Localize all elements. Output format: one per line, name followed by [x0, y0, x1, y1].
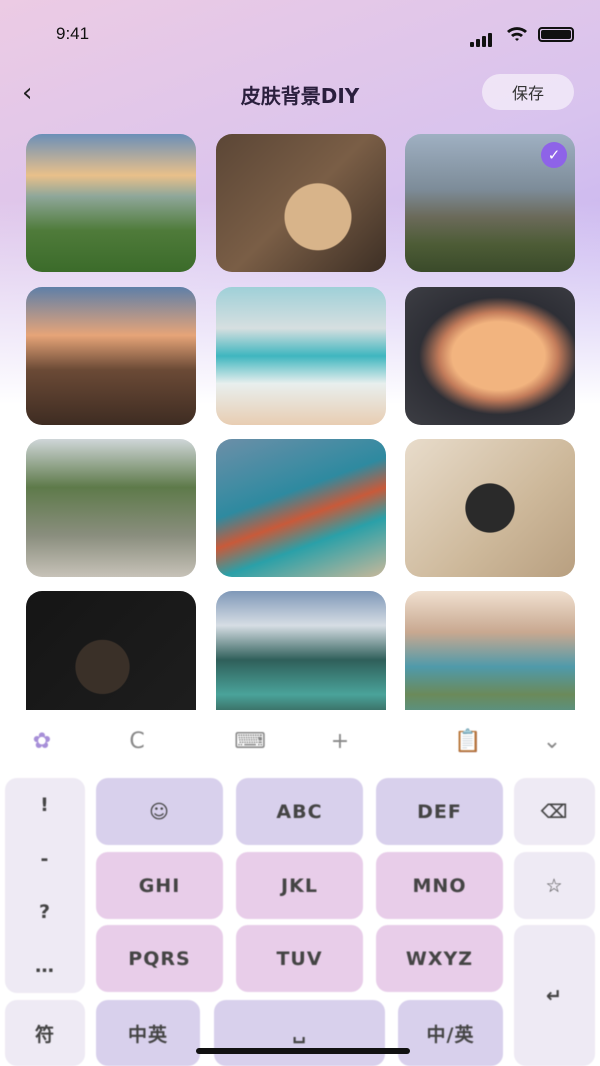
save-button[interactable]: 保存: [482, 74, 574, 110]
key-wxyz[interactable]: WXYZ: [376, 925, 503, 992]
background-tile-golden-gate-bridge[interactable]: [216, 439, 386, 577]
wifi-icon: [507, 27, 527, 41]
background-tile-lake-window-view[interactable]: [216, 591, 386, 710]
delete-key[interactable]: ⌫: [514, 778, 595, 845]
signal-icon: [470, 28, 494, 47]
symbol-key[interactable]: 符: [5, 1000, 85, 1066]
key-def[interactable]: DEF: [376, 778, 503, 845]
clipboard-icon[interactable]: 📋: [446, 724, 490, 760]
home-indicator: [196, 1048, 410, 1054]
background-tile-backpack-flatlay[interactable]: [26, 591, 196, 710]
c-icon[interactable]: C: [115, 724, 159, 760]
background-tile-mountain-hiker[interactable]: ✓: [405, 134, 575, 272]
selected-check-icon: ✓: [541, 142, 567, 168]
space-key[interactable]: ␣: [214, 1000, 385, 1066]
chevron-down-icon[interactable]: ⌄: [530, 724, 574, 760]
background-tile-beach-shore[interactable]: [216, 287, 386, 425]
plus-icon[interactable]: +: [318, 724, 362, 760]
punctuation-key[interactable]: …: [35, 955, 55, 977]
key-tuv[interactable]: TUV: [236, 925, 363, 992]
punctuation-key[interactable]: ?: [39, 901, 51, 923]
battery-icon: [538, 27, 574, 42]
key-emoji[interactable]: ☺: [96, 778, 223, 845]
key-ghi[interactable]: GHI: [96, 852, 223, 919]
background-tile-palm-street[interactable]: [26, 439, 196, 577]
flower-icon[interactable]: ✿: [20, 724, 64, 760]
punctuation-column[interactable]: ! -? …: [5, 778, 85, 993]
background-tile-coastal-bay[interactable]: [405, 591, 575, 710]
punctuation-key[interactable]: !: [40, 794, 50, 816]
status-time: 9:41: [56, 24, 90, 43]
punctuation-key[interactable]: -: [41, 848, 50, 870]
background-tile-kyoto-pagoda-street[interactable]: [26, 287, 196, 425]
background-tile-vintage-camera-map[interactable]: [405, 439, 575, 577]
keyboard-icon[interactable]: ⌨: [228, 724, 272, 760]
keyboard-toolbar: ✿ C ⌨ + 📋 ⌄: [0, 724, 600, 760]
background-tile-airplane-window[interactable]: [405, 287, 575, 425]
status-bar: 9:41: [0, 22, 600, 48]
key-pqrs[interactable]: PQRS: [96, 925, 223, 992]
background-tile-travel-desk-flatlay[interactable]: [216, 134, 386, 272]
nav-bar: ‹ 皮肤背景DIY 保存: [0, 72, 600, 112]
language-key[interactable]: 中英: [96, 1000, 200, 1066]
favorite-key[interactable]: ☆: [514, 852, 595, 919]
keyboard-preview: ✿ C ⌨ + 📋 ⌄ ! -? … ☺ ABC DEF GHI JKL MNO PQRS TUV WXYZ ⌫ ☆…: [0, 710, 600, 1066]
background-tile-mountain-valley-sunset[interactable]: [26, 134, 196, 272]
key-jkl[interactable]: JKL: [236, 852, 363, 919]
switch-key[interactable]: 中/英: [398, 1000, 503, 1066]
enter-key[interactable]: ↵: [514, 925, 595, 1066]
key-abc[interactable]: ABC: [236, 778, 363, 845]
key-mno[interactable]: MNO: [376, 852, 503, 919]
